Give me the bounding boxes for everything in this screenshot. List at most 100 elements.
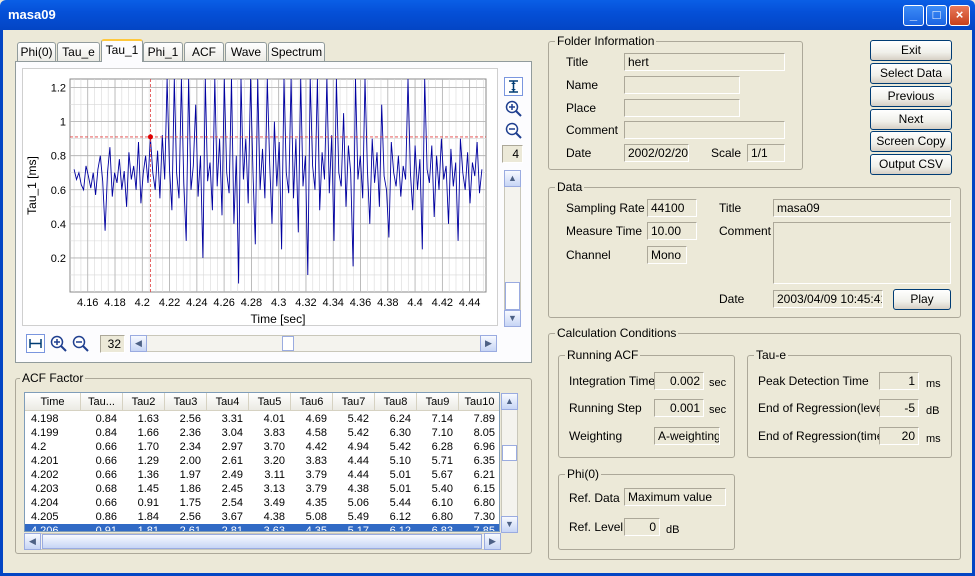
y-tick-label: 0.8 — [51, 151, 66, 163]
column-header[interactable]: Time — [25, 393, 81, 411]
table-cell: 6.15 — [473, 483, 495, 495]
table-row[interactable]: 4.204 0.66 0.91 1.75 2.54 3.49 4.35 5.06 5.44 6.1… — [25, 496, 499, 510]
tab-tau-1[interactable]: Tau_1 — [101, 39, 143, 62]
table-row[interactable]: 4.203 0.68 1.45 1.86 2.45 3.13 3.79 4.38 5.01 5.4… — [25, 482, 499, 496]
column-header[interactable]: Tau... — [81, 393, 123, 411]
table-vertical-scrollbar[interactable] — [501, 393, 518, 531]
table-cell: 4.01 — [263, 413, 285, 425]
table-cell: 2.61 — [179, 525, 201, 532]
scroll-thumb[interactable] — [505, 282, 520, 310]
scroll-down-button[interactable]: ▼ — [504, 310, 521, 327]
table-cell: 4.206 — [31, 525, 59, 532]
table-cell: 4.44 — [347, 469, 369, 481]
sampling-rate-label: Sampling Rate — [566, 201, 645, 215]
table-scroll-thumb[interactable] — [502, 445, 517, 461]
folder-place-field[interactable] — [624, 99, 740, 117]
x-tick-label: 4.4 — [407, 297, 422, 309]
table-cell: 4.35 — [305, 525, 327, 532]
x-zoom-in-icon[interactable] — [49, 334, 68, 353]
column-header[interactable]: Tau8 — [375, 393, 417, 411]
data-comment-field[interactable] — [773, 222, 951, 284]
integration-time-field: 0.002 — [654, 372, 704, 390]
table-scroll-down[interactable]: ▼ — [501, 516, 518, 533]
ref-level-label: Ref. Level — [569, 520, 624, 534]
column-header[interactable]: Tau2 — [123, 393, 165, 411]
scroll-right-button[interactable]: ▶ — [480, 335, 497, 352]
table-h-scroll-thumb[interactable] — [42, 534, 482, 549]
table-row[interactable]: 4.205 0.86 1.84 2.56 3.67 4.38 5.08 5.49 6.12 6.8… — [25, 510, 499, 524]
folder-info-title: Folder Information — [555, 34, 657, 48]
table-cell: 4.201 — [31, 455, 59, 467]
table-cell: 4.69 — [305, 413, 327, 425]
table-cell: 4.38 — [263, 511, 285, 523]
scroll-up-button[interactable]: ▲ — [504, 170, 521, 187]
folder-date-field[interactable]: 2002/02/20 — [624, 144, 689, 162]
horizontal-range-icon[interactable] — [26, 334, 45, 353]
next-button[interactable]: Next — [870, 109, 952, 130]
table-cell: 3.04 — [221, 427, 243, 439]
running-acf-title: Running ACF — [565, 348, 641, 362]
column-header[interactable]: Tau3 — [165, 393, 207, 411]
table-cell: 5.01 — [389, 483, 411, 495]
table-cell: 2.34 — [179, 441, 201, 453]
x-zoom-out-icon[interactable] — [71, 334, 90, 353]
table-scroll-up[interactable]: ▲ — [501, 393, 518, 410]
maximize-button[interactable]: □ — [926, 5, 947, 26]
folder-title-field[interactable]: hert — [624, 53, 785, 71]
table-cell: 4.94 — [347, 441, 369, 453]
table-cell: 5.42 — [389, 441, 411, 453]
zoom-out-icon[interactable] — [504, 121, 523, 140]
y-zoom-value: 4 — [502, 145, 523, 163]
x-tick-label: 4.32 — [295, 297, 316, 309]
folder-name-field[interactable] — [624, 76, 740, 94]
zoom-in-icon[interactable] — [504, 99, 523, 118]
end-regression-level-field: -5 — [879, 399, 919, 417]
previous-button[interactable]: Previous — [870, 86, 952, 107]
table-cell: 4.205 — [31, 511, 59, 523]
output-csv-button[interactable]: Output CSV — [870, 154, 952, 175]
table-row[interactable]: 4.2 0.66 1.70 2.34 2.97 3.70 4.42 4.94 5.42 6.28 6… — [25, 440, 499, 454]
folder-scale-field[interactable]: 1/1 — [747, 144, 785, 162]
close-button[interactable]: × — [949, 5, 970, 26]
table-cell: 0.66 — [95, 441, 117, 453]
table-cell: 6.80 — [473, 497, 495, 509]
folder-scale-label: Scale — [711, 146, 742, 160]
end-regression-time-label: End of Regression(time) — [758, 429, 888, 443]
tau-e-title: Tau-e — [754, 348, 789, 362]
table-row[interactable]: 4.198 0.84 1.63 2.56 3.31 4.01 4.69 5.42 6.24 7.1… — [25, 412, 499, 426]
table-row[interactable]: 4.202 0.66 1.36 1.97 2.49 3.11 3.79 4.44 5.01 5.6… — [25, 468, 499, 482]
table-cell: 3.63 — [263, 525, 285, 532]
ref-level-field: 0 — [624, 518, 660, 536]
x-tick-label: 4.36 — [350, 297, 371, 309]
table-row[interactable]: 4.201 0.66 1.29 2.00 2.61 3.20 3.83 4.44 5.10 5.7… — [25, 454, 499, 468]
column-header[interactable]: Tau5 — [249, 393, 291, 411]
table-cell: 7.30 — [473, 511, 495, 523]
column-header[interactable]: Tau7 — [333, 393, 375, 411]
table-row[interactable]: 4.199 0.84 1.66 2.36 3.04 3.83 4.58 5.42 6.30 7.1… — [25, 426, 499, 440]
play-button[interactable]: Play — [893, 289, 951, 310]
table-cell: 4.42 — [305, 441, 327, 453]
table-cell: 1.66 — [137, 427, 159, 439]
column-header[interactable]: Tau6 — [291, 393, 333, 411]
scroll-left-button[interactable]: ◀ — [130, 335, 147, 352]
ref-data-field: Maximum value — [624, 488, 726, 506]
column-header[interactable]: Tau4 — [207, 393, 249, 411]
vertical-range-icon[interactable] — [504, 77, 523, 96]
data-title-field[interactable]: masa09 — [773, 199, 951, 217]
table-cell: 5.17 — [347, 525, 369, 532]
table-row[interactable]: 4.206 0.91 1.81 2.61 2.81 3.63 4.35 5.17 6.12 6.8… — [25, 524, 499, 532]
table-scroll-left[interactable]: ◀ — [24, 533, 41, 550]
exit-button[interactable]: Exit — [870, 40, 952, 61]
minimize-button[interactable]: _ — [903, 5, 924, 26]
folder-place-label: Place — [566, 101, 597, 115]
chart-horizontal-scrollbar[interactable] — [130, 335, 497, 352]
acf-table[interactable]: Time Tau... Tau2 Tau3 Tau4 Tau5 Tau6 Tau7 Tau8 Ta… — [24, 392, 500, 532]
table-scroll-right[interactable]: ▶ — [484, 533, 501, 550]
column-header[interactable]: Tau9 — [417, 393, 459, 411]
screen-copy-button[interactable]: Screen Copy — [870, 131, 952, 152]
column-header[interactable]: Tau10 — [459, 393, 499, 411]
h-scroll-thumb[interactable] — [282, 336, 294, 351]
channel-field: Mono — [647, 246, 687, 264]
folder-comment-field[interactable] — [624, 121, 785, 139]
select-data-button[interactable]: Select Data — [870, 63, 952, 84]
